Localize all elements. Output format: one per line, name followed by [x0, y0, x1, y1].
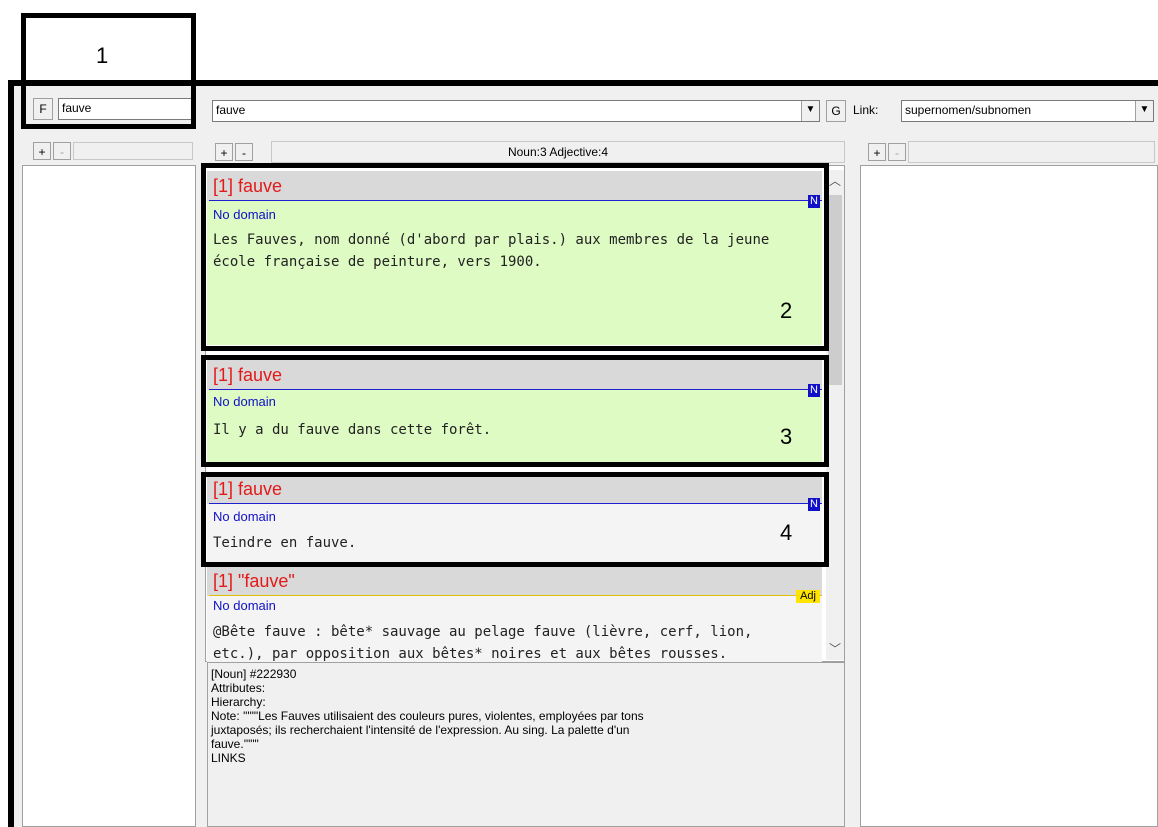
- middle-search-value: fauve: [216, 103, 246, 117]
- entry-divider: [209, 595, 822, 596]
- callout-frame-4: [201, 472, 829, 567]
- callout-number-3: 3: [780, 424, 793, 449]
- left-list-pane[interactable]: [22, 165, 196, 827]
- right-remove-button[interactable]: -: [888, 143, 906, 161]
- right-header-bar: [908, 141, 1155, 163]
- callout-frame-2: [201, 163, 829, 351]
- callout-number-4: 4: [780, 520, 793, 545]
- info-note-cont: juxtaposés; ils recherchaient l'intensit…: [211, 723, 630, 737]
- middle-add-button[interactable]: +: [215, 143, 233, 161]
- callout-frame-3: [201, 355, 829, 467]
- info-note-end: fauve.'""": [211, 737, 259, 751]
- entry-title: [1] "fauve": [213, 571, 295, 591]
- link-type-value: supernomen/subnomen: [905, 103, 1032, 117]
- link-label: Link:: [853, 103, 879, 117]
- app-window-frame-left: [8, 80, 14, 827]
- chevron-down-icon[interactable]: ▼: [801, 101, 819, 121]
- left-remove-button[interactable]: -: [53, 142, 71, 160]
- callout-number-1: 1: [96, 43, 109, 68]
- middle-summary-bar: Noun:3 Adjective:4: [271, 141, 845, 163]
- left-header-bar: [73, 142, 193, 160]
- middle-remove-button[interactable]: -: [235, 143, 253, 161]
- entry-header: [1] "fauve" Adj: [207, 566, 822, 603]
- info-pane[interactable]: [Noun] #222930 Attributes: Hierarchy: No…: [207, 662, 845, 827]
- right-add-button[interactable]: +: [868, 143, 886, 161]
- info-attributes: Attributes:: [211, 681, 266, 695]
- app-window-frame-top: [8, 80, 1158, 86]
- pos-badge: Adj: [796, 590, 820, 603]
- link-type-select[interactable]: supernomen/subnomen ▼: [901, 100, 1154, 122]
- middle-search-combo[interactable]: fauve ▼: [212, 100, 820, 122]
- info-note: Note: '"""Les Fauves utilisaient des cou…: [211, 709, 644, 723]
- pos-summary: Noun:3 Adjective:4: [507, 145, 609, 159]
- info-id: [Noun] #222930: [211, 667, 297, 681]
- g-button[interactable]: G: [826, 100, 846, 122]
- callout-frame-1: [21, 13, 196, 129]
- entry-domain: No domain: [213, 598, 276, 613]
- right-list-pane[interactable]: [860, 165, 1158, 827]
- entry-definition: @Bête fauve : bête* sauvage au pelage fa…: [213, 624, 753, 662]
- callout-number-2: 2: [780, 298, 793, 323]
- left-add-button[interactable]: +: [33, 142, 51, 160]
- scroll-down-icon[interactable]: ﹀: [826, 640, 844, 658]
- entry-card[interactable]: [1] "fauve" Adj No domain @Bête fauve : …: [207, 566, 822, 662]
- info-hierarchy: Hierarchy:: [211, 695, 266, 709]
- info-links: LINKS: [211, 751, 246, 765]
- chevron-down-icon[interactable]: ▼: [1135, 101, 1153, 121]
- scrollbar-thumb[interactable]: [828, 195, 842, 385]
